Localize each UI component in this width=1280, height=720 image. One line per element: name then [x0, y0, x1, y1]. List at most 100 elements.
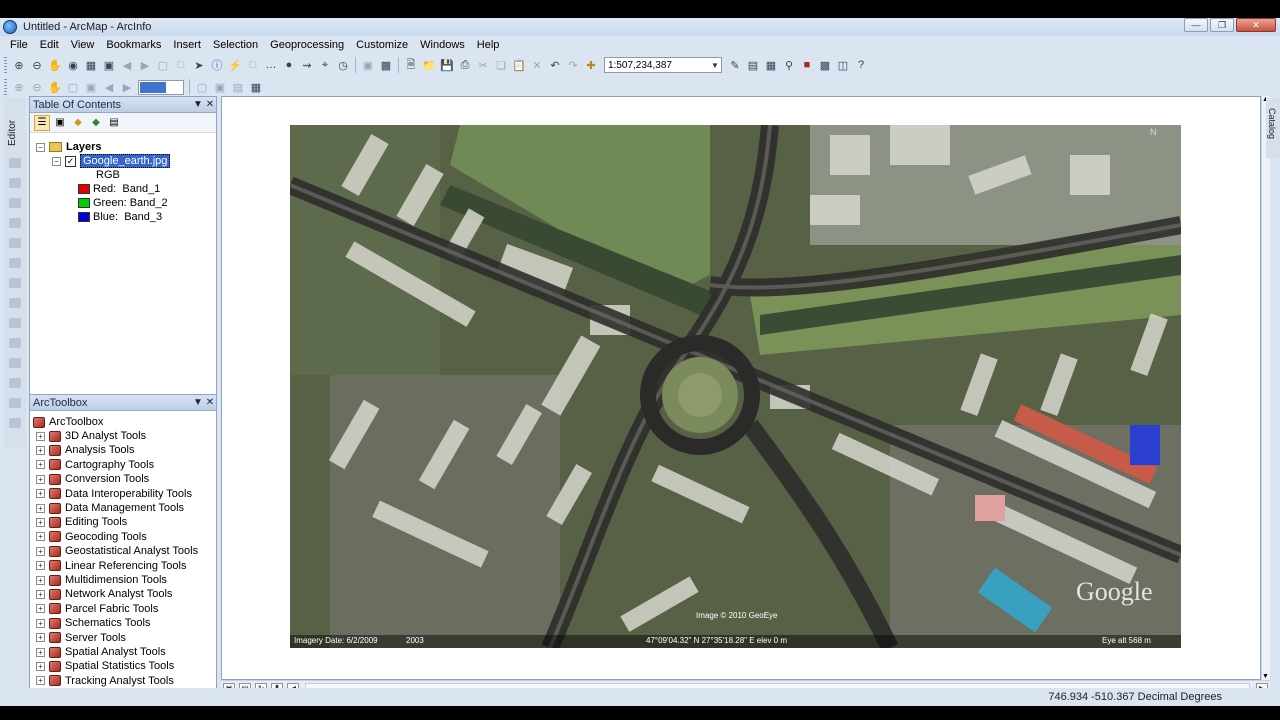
expand-icon[interactable]: +: [36, 589, 45, 599]
zoom-out-icon[interactable]: ⊖: [29, 57, 45, 73]
zoom-in-icon[interactable]: ⊕: [11, 57, 27, 73]
layer-name[interactable]: Google_earth.jpg: [80, 154, 171, 168]
map-scale-dropdown[interactable]: 1:507,234,387 ▼: [604, 57, 722, 73]
print-icon[interactable]: ⎙: [457, 57, 473, 73]
time-slider-icon[interactable]: ◷: [335, 57, 351, 73]
add-data-icon[interactable]: ✚: [583, 57, 599, 73]
arctoolbox-window-icon[interactable]: ■: [799, 57, 815, 73]
expand-icon[interactable]: +: [36, 532, 45, 542]
menu-bookmarks[interactable]: Bookmarks: [100, 36, 167, 54]
html-popup-icon[interactable]: □: [245, 57, 261, 73]
layer-visibility-checkbox[interactable]: ✓: [65, 155, 76, 167]
expand-icon[interactable]: +: [36, 647, 45, 657]
sketch-properties-icon[interactable]: [9, 378, 21, 388]
python-window-icon[interactable]: ▩: [817, 57, 833, 73]
clear-selection-icon[interactable]: □: [173, 57, 189, 73]
hyperlink-icon[interactable]: ⚡: [227, 57, 243, 73]
open-folder-icon[interactable]: 📁: [421, 57, 437, 73]
close-button[interactable]: ✕: [1236, 18, 1276, 32]
toolbox-item[interactable]: + Conversion Tools: [36, 472, 149, 486]
expand-icon[interactable]: +: [36, 546, 45, 556]
expand-icon[interactable]: +: [36, 517, 45, 527]
toggle-draft-mode-icon[interactable]: ▢: [194, 79, 210, 95]
catalog-tab[interactable]: Catalog: [1267, 108, 1277, 139]
close-icon[interactable]: ✕: [204, 397, 216, 408]
scroll-down-icon[interactable]: ▼: [1262, 673, 1269, 680]
layer-row[interactable]: − ✓ Google_earth.jpg: [52, 154, 171, 168]
map-view[interactable]: Imagery Date: 6/2/2009 2003 47°09'04.32"…: [221, 96, 1261, 680]
toolbox-item[interactable]: + Data Interoperability Tools: [36, 487, 192, 501]
toolbox-item[interactable]: + Geocoding Tools: [36, 530, 147, 544]
list-by-selection-icon[interactable]: ◆: [88, 115, 104, 131]
pin-icon[interactable]: ▼: [192, 99, 204, 110]
zoom-100-icon[interactable]: ▣: [83, 79, 99, 95]
fixed-zoom-in-icon[interactable]: ▦: [83, 57, 99, 73]
toolbox-item[interactable]: + Cartography Tools: [36, 458, 154, 472]
list-by-drawing-order-icon[interactable]: ☰: [34, 114, 50, 131]
toolbox-item[interactable]: + Geostatistical Analyst Tools: [36, 544, 198, 558]
select-elements-arrow-icon[interactable]: ➤: [191, 57, 207, 73]
back-extent-icon[interactable]: ◀: [119, 57, 135, 73]
list-by-visibility-icon[interactable]: ◆: [70, 115, 86, 131]
edit-vertices-icon[interactable]: [9, 258, 21, 268]
collapse-icon[interactable]: −: [36, 142, 45, 152]
paste-icon[interactable]: 📋: [511, 57, 527, 73]
expand-icon[interactable]: +: [36, 633, 45, 643]
fixed-zoom-out-icon[interactable]: ▣: [101, 57, 117, 73]
create-features-icon[interactable]: [9, 398, 21, 408]
cut-icon[interactable]: ✂: [475, 57, 491, 73]
select-features-icon[interactable]: ▢: [155, 57, 171, 73]
layers-group-row[interactable]: − Layers: [36, 140, 101, 154]
catalog-window-icon[interactable]: ▦: [763, 57, 779, 73]
straight-segment-icon[interactable]: [9, 198, 21, 208]
expand-icon[interactable]: +: [36, 575, 45, 585]
toolbox-item[interactable]: + Linear Referencing Tools: [36, 559, 186, 573]
toolbox-item[interactable]: +3D Analyst Tools: [36, 429, 146, 443]
google-earth-image[interactable]: Imagery Date: 6/2/2009 2003 47°09'04.32"…: [290, 125, 1181, 648]
point-icon[interactable]: [9, 238, 21, 248]
expand-icon[interactable]: +: [36, 661, 45, 671]
layout-forward-icon[interactable]: ▶: [119, 79, 135, 95]
expand-icon[interactable]: +: [36, 604, 45, 614]
expand-icon[interactable]: +: [36, 431, 45, 441]
editor-menu-icon[interactable]: [9, 418, 21, 428]
delete-icon[interactable]: ✕: [529, 57, 545, 73]
menu-help[interactable]: Help: [471, 36, 506, 54]
toolbar-grip[interactable]: [4, 79, 7, 95]
whats-this-help-icon[interactable]: ?: [853, 57, 869, 73]
pan-hand-icon[interactable]: ✋: [47, 57, 63, 73]
toolbox-item[interactable]: + Schematics Tools: [36, 616, 150, 630]
trace-icon[interactable]: [9, 218, 21, 228]
layout-pan-icon[interactable]: ✋: [47, 79, 63, 95]
table-of-contents-icon[interactable]: ▤: [745, 57, 761, 73]
menu-windows[interactable]: Windows: [414, 36, 471, 54]
close-icon[interactable]: ✕: [204, 99, 216, 110]
split-icon[interactable]: [9, 318, 21, 328]
chevron-down-icon[interactable]: ▼: [709, 61, 721, 70]
menu-view[interactable]: View: [65, 36, 101, 54]
minimize-button[interactable]: —: [1184, 18, 1208, 32]
layout-zoom-in-icon[interactable]: ⊕: [11, 79, 27, 95]
expand-icon[interactable]: +: [36, 474, 45, 484]
focus-data-frame-icon[interactable]: ▣: [212, 79, 228, 95]
find-route-icon[interactable]: ⇝: [299, 57, 315, 73]
new-document-icon[interactable]: 🗎: [403, 57, 419, 73]
toolbox-item[interactable]: + Spatial Statistics Tools: [36, 659, 174, 673]
pin-icon[interactable]: ▼: [192, 397, 204, 408]
change-layout-icon[interactable]: ▤: [230, 79, 246, 95]
copy-icon[interactable]: ❏: [493, 57, 509, 73]
model-builder-icon[interactable]: ◫: [835, 57, 851, 73]
editor-tab[interactable]: Editor: [7, 110, 23, 146]
full-extent-globe-icon[interactable]: ◉: [65, 57, 81, 73]
go-to-xy-icon[interactable]: ⌖: [317, 57, 333, 73]
toolbox-root[interactable]: ArcToolbox: [33, 415, 103, 429]
edit-annotation-icon[interactable]: [9, 178, 21, 188]
layout-zoom-out-icon[interactable]: ⊖: [29, 79, 45, 95]
search-window-icon[interactable]: ⚲: [781, 57, 797, 73]
map-vertical-scrollbar[interactable]: ▲ ▼: [1261, 96, 1270, 680]
layer-properties-icon[interactable]: ▩: [378, 57, 394, 73]
reshape-icon[interactable]: [9, 278, 21, 288]
toolbar-grip[interactable]: [4, 57, 7, 73]
redo-icon[interactable]: ↷: [565, 57, 581, 73]
toolbox-item[interactable]: + Network Analyst Tools: [36, 587, 172, 601]
